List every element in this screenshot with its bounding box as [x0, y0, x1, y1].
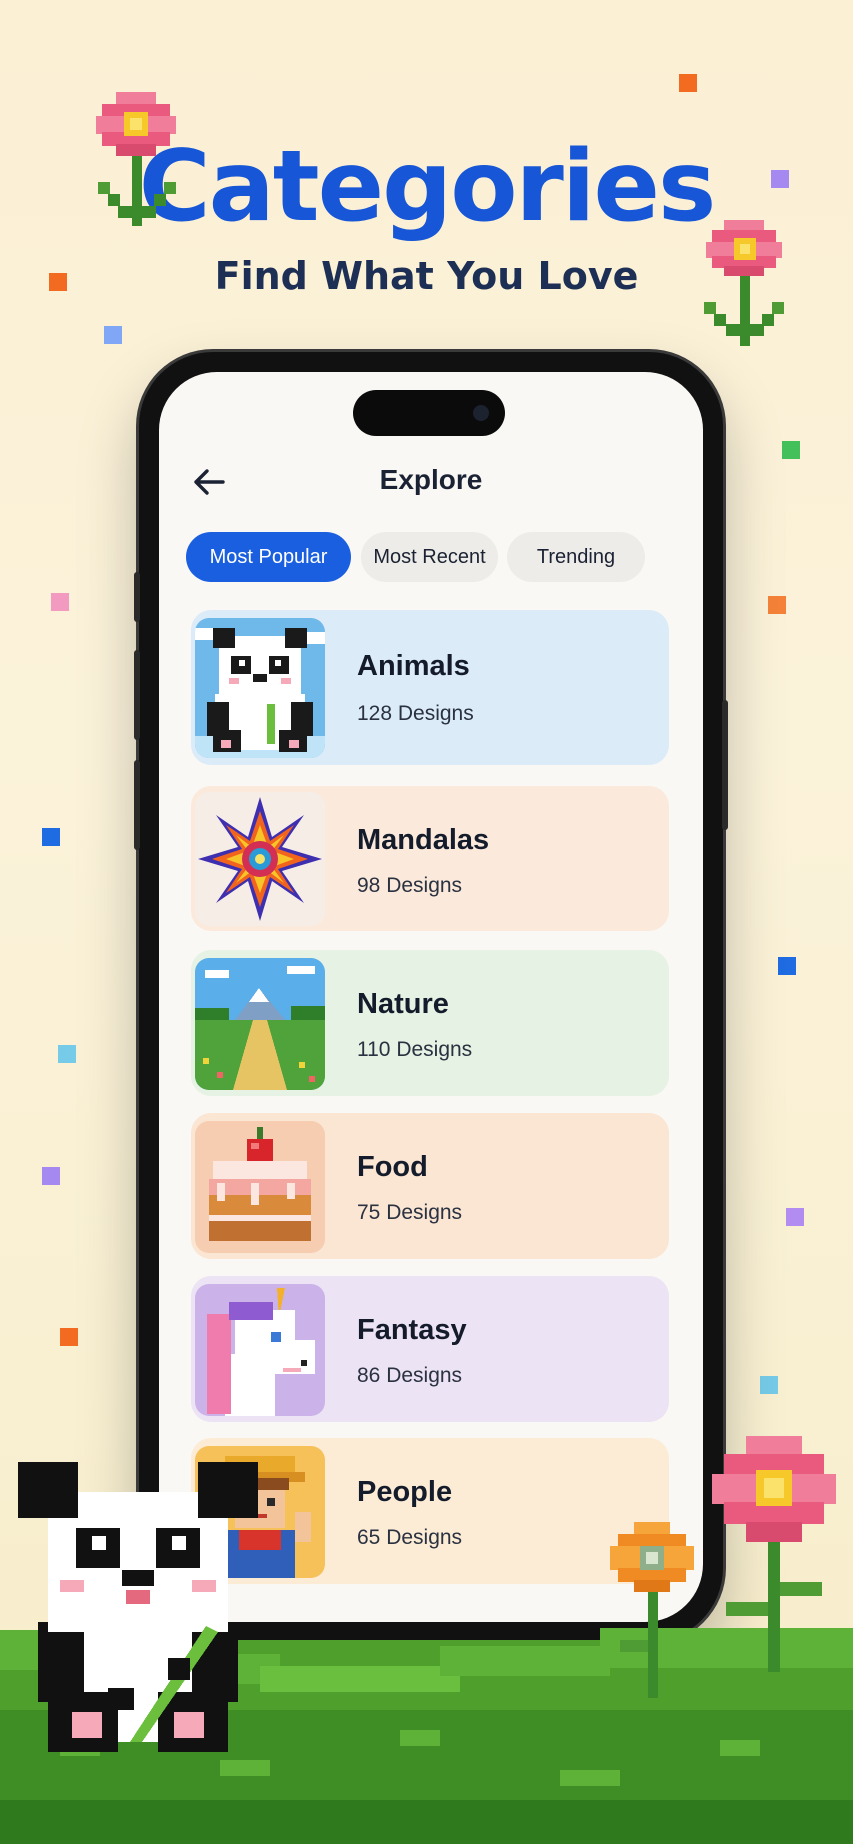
category-title: Fantasy — [357, 1314, 467, 1346]
pixel-flower-icon — [712, 1436, 836, 1672]
tab-most-popular[interactable]: Most Popular — [186, 532, 351, 582]
phone-side-button — [722, 700, 728, 830]
category-card-nature[interactable]: Nature 110 Designs — [191, 950, 669, 1096]
category-card-fantasy[interactable]: Fantasy 86 Designs — [191, 1276, 669, 1422]
confetti-square — [782, 441, 800, 459]
confetti-square — [778, 957, 796, 975]
dynamic-island — [353, 390, 505, 436]
category-title: Nature — [357, 988, 449, 1020]
category-title: People — [357, 1476, 453, 1508]
confetti-square — [58, 1045, 76, 1063]
page-title: Explore — [379, 464, 483, 495]
confetti-square — [42, 1167, 60, 1185]
panda-icon — [195, 618, 325, 758]
category-count: 98 Designs — [357, 874, 463, 897]
confetti-square — [49, 273, 67, 291]
confetti-square — [51, 593, 69, 611]
category-title: Mandalas — [357, 824, 490, 856]
confetti-square — [104, 326, 122, 344]
confetti-square — [42, 828, 60, 846]
category-count: 65 Designs — [357, 1526, 463, 1549]
phone-side-button — [134, 760, 140, 850]
confetti-square — [786, 1208, 804, 1226]
confetti-square — [760, 1376, 778, 1394]
tab-trending[interactable]: Trending — [507, 532, 645, 582]
category-card-mandalas[interactable]: Mandalas 98 Designs — [191, 786, 669, 931]
category-card-food[interactable]: Food 75 Designs — [191, 1113, 669, 1259]
landscape-icon — [195, 958, 325, 1090]
unicorn-icon — [195, 1284, 325, 1416]
pixel-flower-icon — [96, 92, 176, 226]
category-count: 128 Designs — [357, 702, 474, 725]
phone-side-button — [134, 572, 140, 622]
tab-most-recent[interactable]: Most Recent — [361, 532, 498, 582]
pixel-flower-icon — [704, 220, 784, 346]
confetti-square — [60, 1328, 78, 1346]
pixel-flower-icon — [610, 1522, 694, 1698]
phone-screen: Explore Most Popular Most Recent Trendin… — [159, 372, 703, 1622]
mandala-icon — [195, 792, 325, 926]
confetti-square — [771, 170, 789, 188]
category-title: Food — [357, 1151, 428, 1183]
category-card-people[interactable]: People 65 Designs — [191, 1438, 669, 1584]
confetti-square — [768, 596, 786, 614]
phone-side-button — [134, 650, 140, 740]
category-count: 86 Designs — [357, 1364, 463, 1387]
category-card-animals[interactable]: Animals 128 Designs — [191, 610, 669, 765]
category-title: Animals — [357, 650, 470, 682]
camera-icon — [473, 405, 489, 421]
category-count: 75 Designs — [357, 1201, 463, 1224]
category-count: 110 Designs — [357, 1038, 473, 1061]
panda-icon — [18, 1462, 258, 1752]
cake-icon — [195, 1121, 325, 1253]
confetti-square — [679, 74, 697, 92]
